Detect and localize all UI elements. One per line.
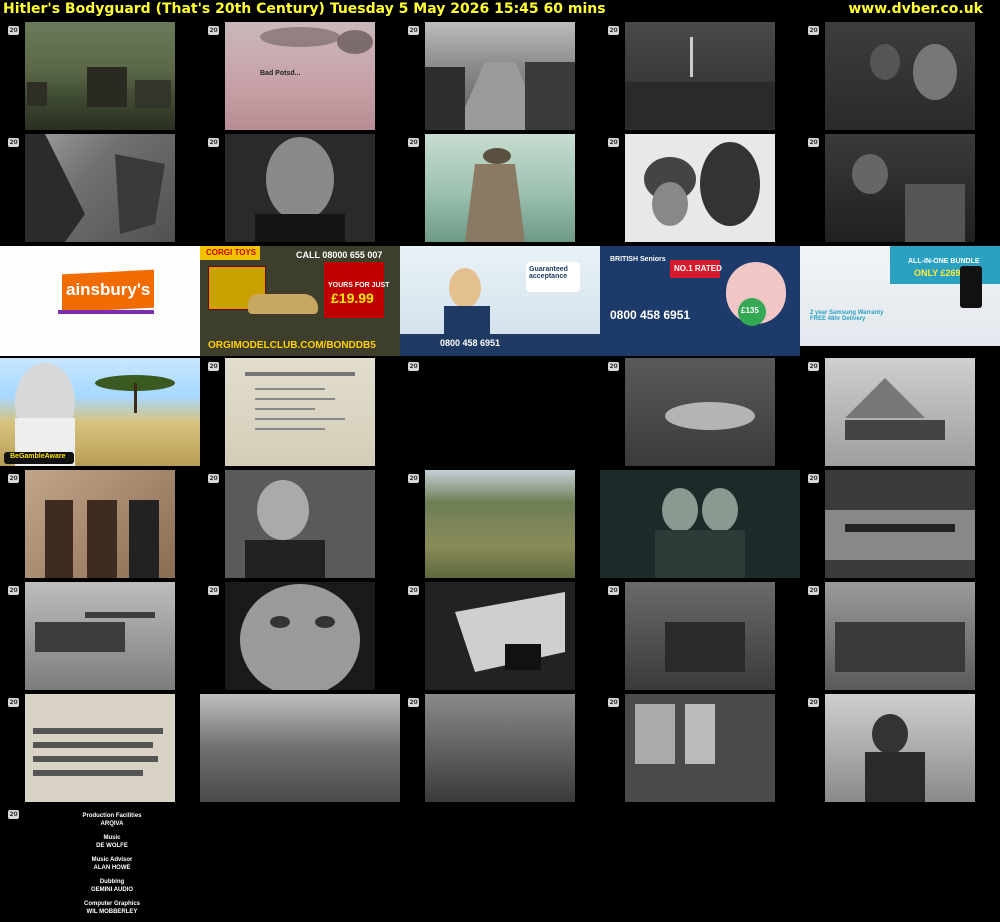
bs2-rated: NO.1 RATED [674, 264, 722, 273]
channel-logo-icon: 20 [608, 26, 619, 35]
channel-logo-icon: 20 [808, 586, 819, 595]
thumbnail[interactable] [625, 358, 775, 466]
channel-logo-icon: 20 [208, 26, 219, 35]
corgi-url: ORGIMODELCLUB.COM/BONDDB5 [208, 340, 376, 351]
thumbnail[interactable] [225, 358, 375, 466]
channel-logo-icon: 20 [8, 474, 19, 483]
channel-logo-icon: 20 [408, 26, 419, 35]
advert-sainsburys[interactable]: ainsbury's [0, 246, 200, 356]
channel-logo-icon: 20 [8, 26, 19, 35]
corgi-phone: CALL 08000 655 007 [296, 250, 383, 260]
thumbnail[interactable] [425, 694, 575, 802]
thumbnail[interactable] [625, 22, 775, 130]
thumbnail[interactable] [25, 694, 175, 802]
eas-warranty: 2 year Samsung Warranty FREE 48hr Delive… [810, 310, 884, 322]
advert-easylogy[interactable]: ALL-IN-ONE BUNDLE ONLY £269 2 year Samsu… [800, 246, 1000, 346]
thumbnail[interactable] [825, 22, 975, 130]
credit-role: Computer Graphics [83, 901, 140, 907]
channel-logo-icon: 20 [808, 362, 819, 371]
credit-name: ALAN HOWE [93, 865, 131, 871]
channel-logo-icon: 20 [408, 474, 419, 483]
thumbnail[interactable] [25, 134, 175, 242]
credit-name: WIL MOBBERLEY [86, 909, 138, 915]
eas-phone [960, 266, 982, 308]
eas-bundle: ALL-IN-ONE BUNDLE [908, 258, 980, 265]
corgi-brand: CORGI TOYS [206, 248, 257, 257]
eas-price: ONLY £269 [914, 268, 961, 278]
thumbnail[interactable] [825, 694, 975, 802]
thumbnail[interactable] [25, 22, 175, 130]
thumbnail[interactable] [425, 582, 575, 690]
thumbnail[interactable] [200, 694, 400, 802]
channel-logo-icon: 20 [608, 362, 619, 371]
channel-logo-icon: 20 [408, 698, 419, 707]
thumbnail[interactable] [25, 470, 175, 578]
thumbnail[interactable] [25, 582, 175, 690]
gamble-text: BeGambleAware [10, 453, 66, 460]
thumbnail-grid: 20 20 Bad Potsd... 20 20 20 20 20 20 20 … [0, 0, 1000, 916]
bs2-price: £135 [741, 306, 759, 315]
channel-logo-icon: 20 [208, 586, 219, 595]
thumbnail[interactable] [825, 358, 975, 466]
channel-logo-icon: 20 [408, 362, 419, 371]
credit-role: Music Advisor [91, 857, 133, 863]
advert-british-seniors-1[interactable]: Guaranteed acceptance 0800 458 6951 [400, 246, 600, 356]
channel-logo-icon: 20 [8, 138, 19, 147]
channel-logo-icon: 20 [808, 138, 819, 147]
thumbnail[interactable] [625, 134, 775, 242]
advert-corgi[interactable]: CORGI TOYS CALL 08000 655 007 YOURS FOR … [200, 246, 400, 356]
channel-logo-icon: 20 [208, 138, 219, 147]
advert-british-seniors-2[interactable]: BRITISH Seniors NO.1 RATED 0800 458 6951… [600, 246, 800, 356]
thumb-caption: Bad Potsd... [260, 70, 301, 77]
bs-headline: Guaranteed acceptance [529, 266, 568, 280]
thumbnail[interactable] [825, 134, 975, 242]
thumbnail[interactable] [600, 470, 800, 578]
thumbnail[interactable] [625, 694, 775, 802]
credit-role: Dubbing [99, 879, 125, 885]
channel-logo-icon: 20 [808, 474, 819, 483]
bs2-phone: 0800 458 6951 [610, 308, 691, 322]
corgi-price: £19.99 [331, 290, 374, 306]
credit-name: DE WOLFE [96, 843, 128, 849]
channel-logo-icon: 20 [608, 138, 619, 147]
credit-role: Production Facilities [82, 813, 142, 819]
corgi-car [248, 294, 318, 314]
sainsburys-logo-text: ainsbury's [66, 280, 151, 299]
credit-name: ARQIVA [100, 821, 124, 827]
end-credits: Production Facilities ARQIVA Music DE WO… [52, 812, 172, 922]
channel-logo-icon: 20 [8, 586, 19, 595]
channel-logo-icon: 20 [608, 698, 619, 707]
bs2-brand: BRITISH Seniors [610, 256, 666, 263]
credit-name: GEMINI AUDIO [90, 887, 134, 893]
channel-logo-icon: 20 [8, 810, 19, 819]
thumbnail[interactable] [425, 22, 575, 130]
bs-phone: 0800 458 6951 [440, 338, 501, 348]
channel-logo-icon: 20 [608, 586, 619, 595]
channel-logo-icon: 20 [8, 698, 19, 707]
thumbnail[interactable] [825, 470, 975, 578]
eas-bundle-banner [890, 246, 1000, 284]
thumbnail[interactable] [225, 134, 375, 242]
thumbnail[interactable] [425, 470, 575, 578]
thumbnail[interactable] [225, 470, 375, 578]
channel-logo-icon: 20 [208, 474, 219, 483]
thumbnail[interactable] [225, 582, 375, 690]
channel-logo-icon: 20 [408, 138, 419, 147]
channel-logo-icon: 20 [808, 26, 819, 35]
thumbnail[interactable] [625, 582, 775, 690]
advert-gambling[interactable]: BeGambleAware [0, 358, 200, 466]
credit-role: Music [103, 835, 121, 841]
channel-logo-icon: 20 [408, 586, 419, 595]
thumbnail[interactable] [425, 134, 575, 242]
channel-logo-icon: 20 [808, 698, 819, 707]
thumbnail[interactable]: Bad Potsd... [225, 22, 375, 130]
channel-logo-icon: 20 [208, 362, 219, 371]
sainsburys-stripe [58, 310, 154, 314]
corgi-yours: YOURS FOR JUST [328, 282, 390, 289]
thumbnail[interactable] [825, 582, 975, 690]
